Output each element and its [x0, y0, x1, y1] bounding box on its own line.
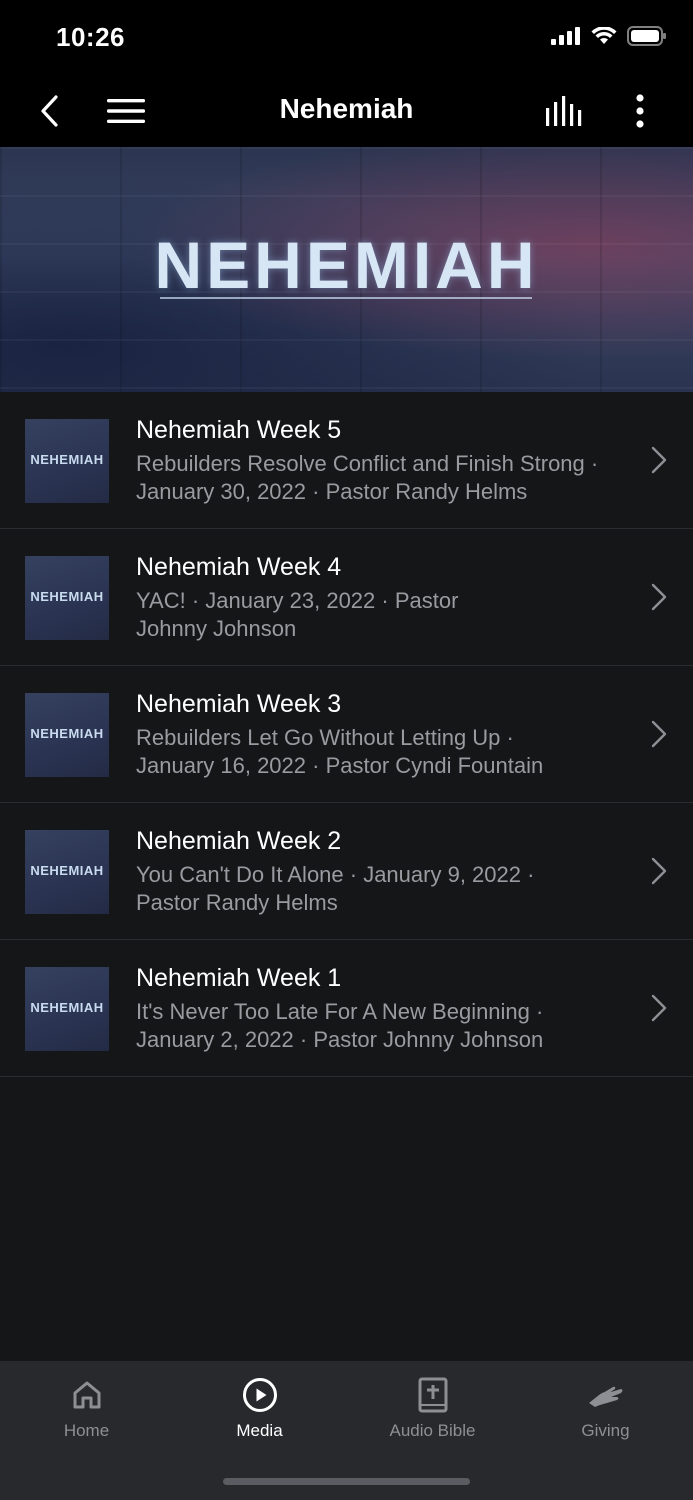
thumbnail-text: NEHEMIAH	[30, 1000, 104, 1015]
tab-home[interactable]: Home	[0, 1375, 173, 1455]
tab-audio-bible[interactable]: Audio Bible	[346, 1375, 519, 1455]
battery-icon	[627, 26, 666, 46]
tab-label: Home	[63, 1421, 110, 1440]
sermon-subtitle: You Can't Do It Alone · January 9, 2022 …	[136, 862, 535, 915]
tab-label: Media	[236, 1421, 283, 1440]
sermon-thumbnail: NEHEMIAH	[25, 556, 109, 640]
more-options-button[interactable]	[618, 89, 662, 133]
sermon-title: Nehemiah Week 1	[136, 964, 342, 992]
sermon-thumbnail: NEHEMIAH	[25, 693, 109, 777]
audio-bars-icon	[546, 96, 582, 126]
sermon-thumbnail: NEHEMIAH	[25, 830, 109, 914]
audio-player-button[interactable]	[543, 89, 587, 133]
thumbnail-text: NEHEMIAH	[30, 589, 104, 604]
sermon-subtitle: Rebuilders Let Go Without Letting Up · J…	[136, 725, 544, 778]
sermon-thumbnail: NEHEMIAH	[25, 419, 109, 503]
sermon-title: Nehemiah Week 2	[136, 827, 342, 855]
wifi-icon	[591, 27, 617, 44]
list-item[interactable]: NEHEMIAH Nehemiah Week 2 You Can't Do It…	[0, 803, 693, 940]
home-indicator[interactable]	[223, 1478, 470, 1485]
list-item[interactable]: NEHEMIAH Nehemiah Week 5 Rebuilders Reso…	[0, 392, 693, 529]
giving-hand-icon	[588, 1386, 622, 1407]
chevron-right-icon	[651, 857, 667, 885]
series-banner: NEHEMIAH	[0, 147, 693, 392]
signal-icon	[551, 27, 580, 45]
thumbnail-text: NEHEMIAH	[30, 863, 104, 878]
status-time: 10:26	[56, 22, 125, 52]
list-item[interactable]: NEHEMIAH Nehemiah Week 1 It's Never Too …	[0, 940, 693, 1077]
sermon-thumbnail: NEHEMIAH	[25, 967, 109, 1051]
list-item[interactable]: NEHEMIAH Nehemiah Week 3 Rebuilders Let …	[0, 666, 693, 803]
page-title: Nehemiah	[279, 93, 414, 124]
top-navigation-bar: Nehemiah	[0, 75, 693, 147]
tab-label: Audio Bible	[389, 1421, 476, 1440]
play-circle-icon	[242, 1378, 277, 1412]
tab-giving[interactable]: Giving	[519, 1375, 692, 1455]
sermon-title: Nehemiah Week 4	[136, 553, 342, 581]
tab-media[interactable]: Media	[173, 1375, 346, 1455]
more-vertical-icon	[636, 94, 644, 128]
banner-title: NEHEMIAH	[154, 228, 539, 302]
chevron-right-icon	[651, 446, 667, 474]
chevron-right-icon	[651, 583, 667, 611]
tab-label: Giving	[581, 1421, 630, 1440]
sermon-subtitle: YAC! · January 23, 2022 · Pastor Johnny …	[136, 588, 459, 641]
chevron-right-icon	[651, 994, 667, 1022]
sermon-title: Nehemiah Week 3	[136, 690, 342, 718]
bible-icon	[418, 1377, 447, 1413]
home-icon	[73, 1381, 100, 1409]
sermon-title: Nehemiah Week 5	[136, 416, 342, 444]
status-bar: 10:26	[0, 0, 693, 75]
sermon-subtitle: It's Never Too Late For A New Beginning …	[136, 999, 544, 1052]
chevron-right-icon	[651, 720, 667, 748]
sermon-subtitle: Rebuilders Resolve Conflict and Finish S…	[136, 451, 599, 504]
banner-underline	[160, 297, 532, 299]
status-icons	[551, 26, 667, 46]
list-item[interactable]: NEHEMIAH Nehemiah Week 4 YAC! · January …	[0, 529, 693, 666]
thumbnail-text: NEHEMIAH	[30, 726, 104, 741]
sermon-list: NEHEMIAH Nehemiah Week 5 Rebuilders Reso…	[0, 392, 693, 1077]
thumbnail-text: NEHEMIAH	[30, 452, 104, 467]
